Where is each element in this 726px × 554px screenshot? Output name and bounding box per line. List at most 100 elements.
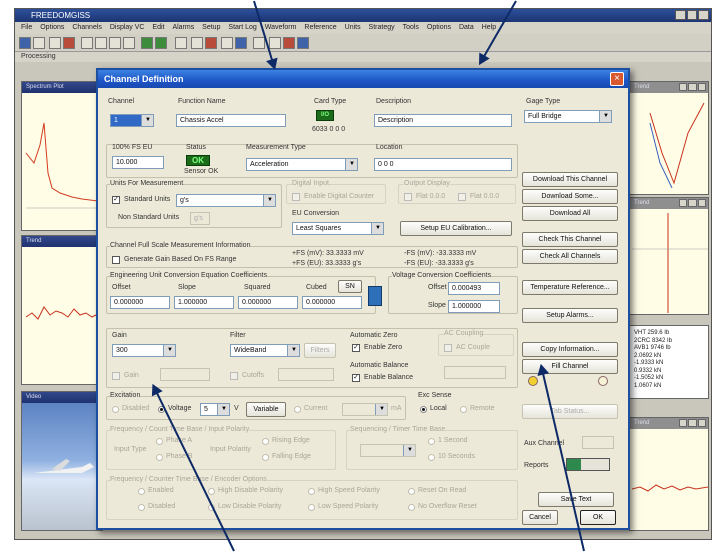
filter-select[interactable]: WideBand ▼ (230, 344, 300, 357)
description-field[interactable]: Description (374, 114, 512, 127)
run-icon[interactable] (141, 37, 153, 49)
function-name-field[interactable]: Chassis Accel (176, 114, 286, 127)
cubed-field[interactable]: 0.000000 (302, 296, 362, 309)
bar-chart-icon[interactable] (221, 37, 233, 49)
eu-conversion-select[interactable]: Least Squares ▼ (292, 222, 384, 235)
camera-icon[interactable] (297, 37, 309, 49)
voltage-select[interactable]: 5 ▼ (200, 403, 230, 416)
menu-item[interactable]: Strategy (369, 24, 395, 31)
menu-item[interactable]: Setup (202, 24, 220, 31)
v-offset-field[interactable]: 0.000493 (448, 282, 500, 295)
falling-edge-radio[interactable] (262, 454, 269, 461)
menu-item[interactable]: Alarms (172, 24, 194, 31)
check-channel-button[interactable]: Check This Channel (522, 232, 618, 247)
download-all-button[interactable]: Download All (522, 206, 618, 221)
tab-status-button[interactable]: Tab Status... (522, 404, 618, 419)
sequencing-select[interactable]: ▼ (360, 444, 416, 457)
copy-information-button[interactable]: Copy Information... (522, 342, 618, 357)
reports-toggle[interactable] (566, 458, 610, 471)
alarm-icon[interactable] (283, 37, 295, 49)
output-flat-checkbox-1[interactable] (404, 193, 412, 201)
chart-icon[interactable] (205, 37, 217, 49)
trend-window[interactable]: Trend (21, 235, 103, 385)
encoder-option-radio[interactable] (138, 504, 145, 511)
menu-item[interactable]: Options (427, 24, 451, 31)
maximize-icon[interactable] (688, 419, 697, 427)
readout-window[interactable]: VHT 259.6 Ib 2CRC 8342 Ib AVB1 9746 Ib 2… (629, 325, 709, 399)
channel-select[interactable]: 1 ▼ (110, 114, 154, 127)
copy-icon[interactable] (49, 37, 61, 49)
menu-item[interactable]: File (21, 24, 32, 31)
trend-window-right-bottom[interactable]: Trend (629, 417, 709, 531)
open-icon[interactable] (33, 37, 45, 49)
save-icon[interactable] (19, 37, 31, 49)
phase-b-radio[interactable] (156, 454, 163, 461)
forward-icon[interactable] (123, 37, 135, 49)
excitation-current-radio[interactable] (294, 406, 301, 413)
one-second-radio[interactable] (428, 438, 435, 445)
measurement-type-select[interactable]: Acceleration ▼ (246, 158, 358, 171)
lightbulb-off-icon[interactable] (598, 376, 608, 386)
slope-field[interactable]: 1.000000 (174, 296, 234, 309)
nonstandard-units-field[interactable]: g's (190, 212, 210, 225)
phase-a-radio[interactable] (156, 438, 163, 445)
trend-window-right-mid[interactable]: Trend (629, 197, 709, 315)
gage-type-select[interactable]: Full Bridge ▼ (524, 110, 612, 123)
minimize-icon[interactable] (675, 10, 686, 20)
gain-aux-field[interactable] (160, 368, 210, 381)
close-icon[interactable] (698, 10, 710, 20)
encoder-option-radio[interactable] (308, 504, 315, 511)
enable-balance-checkbox[interactable]: ✓ (352, 374, 360, 382)
digital-counter-checkbox[interactable] (292, 193, 300, 201)
cutoff-checkbox[interactable] (230, 372, 238, 380)
squared-field[interactable]: 0.000000 (238, 296, 298, 309)
menu-item[interactable]: Start Log (228, 24, 256, 31)
menu-item[interactable]: Data (459, 24, 474, 31)
v-slope-field[interactable]: 1.000000 (448, 300, 500, 313)
balance-aux-field[interactable] (444, 366, 506, 379)
gain-select[interactable]: 300 ▼ (112, 344, 176, 357)
table-icon[interactable] (253, 37, 265, 49)
sn-button[interactable]: SN (338, 280, 362, 293)
stop-icon[interactable] (63, 37, 75, 49)
encoder-option-radio[interactable] (408, 504, 415, 511)
sense-remote-radio[interactable] (460, 406, 467, 413)
download-some-button[interactable]: Download Some... (522, 189, 618, 204)
play-icon[interactable] (109, 37, 121, 49)
close-icon[interactable] (697, 419, 706, 427)
record-icon[interactable] (155, 37, 167, 49)
close-icon[interactable] (697, 83, 706, 91)
setup-eu-calibration-button[interactable]: Setup EU Calibration... (400, 221, 512, 236)
menu-item[interactable]: Edit (152, 24, 164, 31)
encoder-option-radio[interactable] (408, 488, 415, 495)
menu-item[interactable]: Channels (72, 24, 102, 31)
encoder-option-radio[interactable] (208, 488, 215, 495)
offset-field[interactable]: 0.000000 (110, 296, 170, 309)
gain-checkbox[interactable] (112, 372, 120, 380)
setup-alarms-button[interactable]: Setup Alarms... (522, 308, 618, 323)
grid-icon[interactable] (175, 37, 187, 49)
minimize-icon[interactable] (679, 199, 688, 207)
menu-item[interactable]: Units (345, 24, 361, 31)
monitor-icon[interactable] (235, 37, 247, 49)
save-text-button[interactable]: Save Text (538, 492, 614, 507)
zoom-icon[interactable] (191, 37, 203, 49)
download-channel-button[interactable]: Download This Channel (522, 172, 618, 187)
menu-item[interactable]: Options (40, 24, 64, 31)
temperature-reference-button[interactable]: Temperature Reference... (522, 280, 618, 295)
standard-units-checkbox[interactable]: ✓ (112, 196, 120, 204)
video-window[interactable]: Video (21, 391, 103, 531)
cutoff-field[interactable] (278, 368, 334, 381)
back-icon[interactable] (95, 37, 107, 49)
ok-button[interactable]: OK (580, 510, 616, 525)
aux-channel-field[interactable] (582, 436, 614, 449)
ac-couple-checkbox[interactable] (444, 344, 452, 352)
enable-zero-checkbox[interactable]: ✓ (352, 344, 360, 352)
rising-edge-radio[interactable] (262, 438, 269, 445)
excitation-disabled-radio[interactable] (112, 406, 119, 413)
output-flat-checkbox-2[interactable] (458, 193, 466, 201)
check-all-button[interactable]: Check All Channels (522, 249, 618, 264)
calculator-icon[interactable] (368, 286, 382, 306)
maximize-icon[interactable] (688, 83, 697, 91)
generate-gain-checkbox[interactable] (112, 256, 120, 264)
